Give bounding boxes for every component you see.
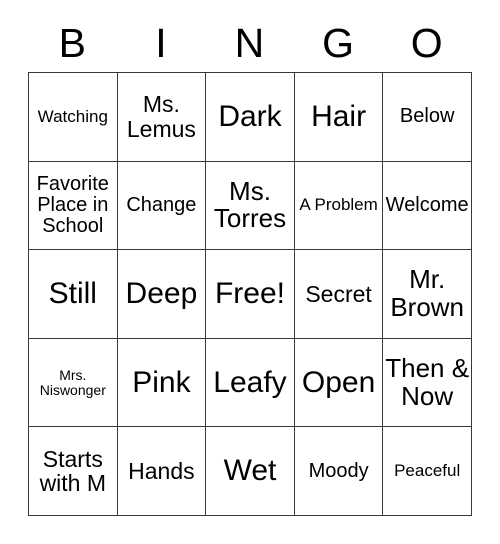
bingo-row: Favorite Place in School Change Ms. Torres… xyxy=(29,161,472,251)
bingo-cell-label: Hair xyxy=(311,99,367,133)
bingo-cell-label: Free! xyxy=(214,277,285,311)
bingo-cell[interactable]: Hands xyxy=(117,427,207,516)
bingo-cell-label: Below xyxy=(399,105,455,128)
bingo-row: Mrs. Niswonger Pink Leafy Open Then & Now xyxy=(29,338,472,428)
bingo-row: Still Deep Free! Secret Mr. Brown xyxy=(29,250,472,339)
bingo-cell-label: Open xyxy=(301,365,376,399)
bingo-cell[interactable]: Then & Now xyxy=(383,338,472,428)
bingo-cell-label: Watching xyxy=(37,106,108,126)
bingo-cell-label: Wet xyxy=(223,454,277,488)
bingo-cell-label: Peaceful xyxy=(394,461,461,481)
bingo-cell[interactable]: Mr. Brown xyxy=(383,250,472,339)
bingo-grid: Watching Ms. Lemus Dark Hair Below Favorite P… xyxy=(28,72,472,516)
bingo-header-letter-i: I xyxy=(155,19,167,66)
bingo-cell[interactable]: Leafy xyxy=(206,338,295,428)
bingo-cell-label: Deep xyxy=(125,277,198,311)
bingo-cell[interactable]: Starts with M xyxy=(29,427,118,516)
bingo-cell[interactable]: Dark xyxy=(206,73,295,162)
bingo-cell-label: Secret xyxy=(305,280,372,307)
bingo-cell[interactable]: Ms. Lemus xyxy=(117,73,207,162)
bingo-cell-label: Pink xyxy=(132,365,191,399)
bingo-cell[interactable]: Still xyxy=(29,250,118,339)
bingo-cell-label: Still xyxy=(48,277,97,311)
bingo-cell-label: Change xyxy=(126,193,197,216)
bingo-cell-label: Welcome xyxy=(385,193,469,216)
bingo-free-space-cell[interactable]: Free! xyxy=(206,250,295,339)
bingo-cell-label: Ms. Lemus xyxy=(126,91,196,142)
bingo-cell[interactable]: Change xyxy=(117,161,207,251)
bingo-cell[interactable]: Wet xyxy=(206,427,295,516)
bingo-header-letter-g: G xyxy=(322,19,355,66)
bingo-cell[interactable]: Mrs. Niswonger xyxy=(29,338,118,428)
bingo-cell-label: Moody xyxy=(308,459,369,482)
bingo-cell-label: Leafy xyxy=(213,365,287,399)
bingo-cell-label: A Problem xyxy=(299,195,378,215)
bingo-cell-label: Dark xyxy=(218,99,282,133)
bingo-header-letter-n: N xyxy=(234,19,265,66)
bingo-cell-label: Mrs. Niswonger xyxy=(39,366,106,398)
bingo-header-letter-b: B xyxy=(58,19,86,66)
bingo-cell[interactable]: Peaceful xyxy=(383,427,472,516)
bingo-cell-label: Ms. Torres xyxy=(213,175,287,234)
bingo-cell[interactable]: Watching xyxy=(29,73,118,162)
bingo-cell-label: Starts with M xyxy=(39,445,107,497)
bingo-cell[interactable]: Open xyxy=(294,338,384,428)
bingo-header-row: B I N G O xyxy=(28,14,472,72)
bingo-cell[interactable]: Ms. Torres xyxy=(206,161,295,251)
bingo-header-letter-o: O xyxy=(410,19,443,66)
bingo-cell[interactable]: Hair xyxy=(294,73,384,162)
bingo-cell[interactable]: Welcome xyxy=(383,161,472,251)
bingo-cell[interactable]: Pink xyxy=(117,338,207,428)
bingo-cell-label: Then & Now xyxy=(385,353,470,411)
bingo-cell[interactable]: Below xyxy=(383,73,472,162)
bingo-cell[interactable]: Moody xyxy=(294,427,384,516)
bingo-cell-label: Mr. Brown xyxy=(390,264,465,322)
bingo-card: B I N G O Watching Ms. Lemus Dark Hair Below… xyxy=(28,14,472,516)
bingo-cell-label: Hands xyxy=(128,457,195,484)
bingo-row: Starts with M Hands Wet Moody Peaceful xyxy=(29,427,472,516)
bingo-cell[interactable]: Favorite Place in School xyxy=(29,161,118,251)
bingo-cell[interactable]: A Problem xyxy=(294,161,384,251)
bingo-cell-label: Favorite Place in School xyxy=(36,172,109,237)
bingo-cell[interactable]: Deep xyxy=(117,250,207,339)
bingo-row: Watching Ms. Lemus Dark Hair Below xyxy=(29,73,472,162)
bingo-cell[interactable]: Secret xyxy=(294,250,384,339)
